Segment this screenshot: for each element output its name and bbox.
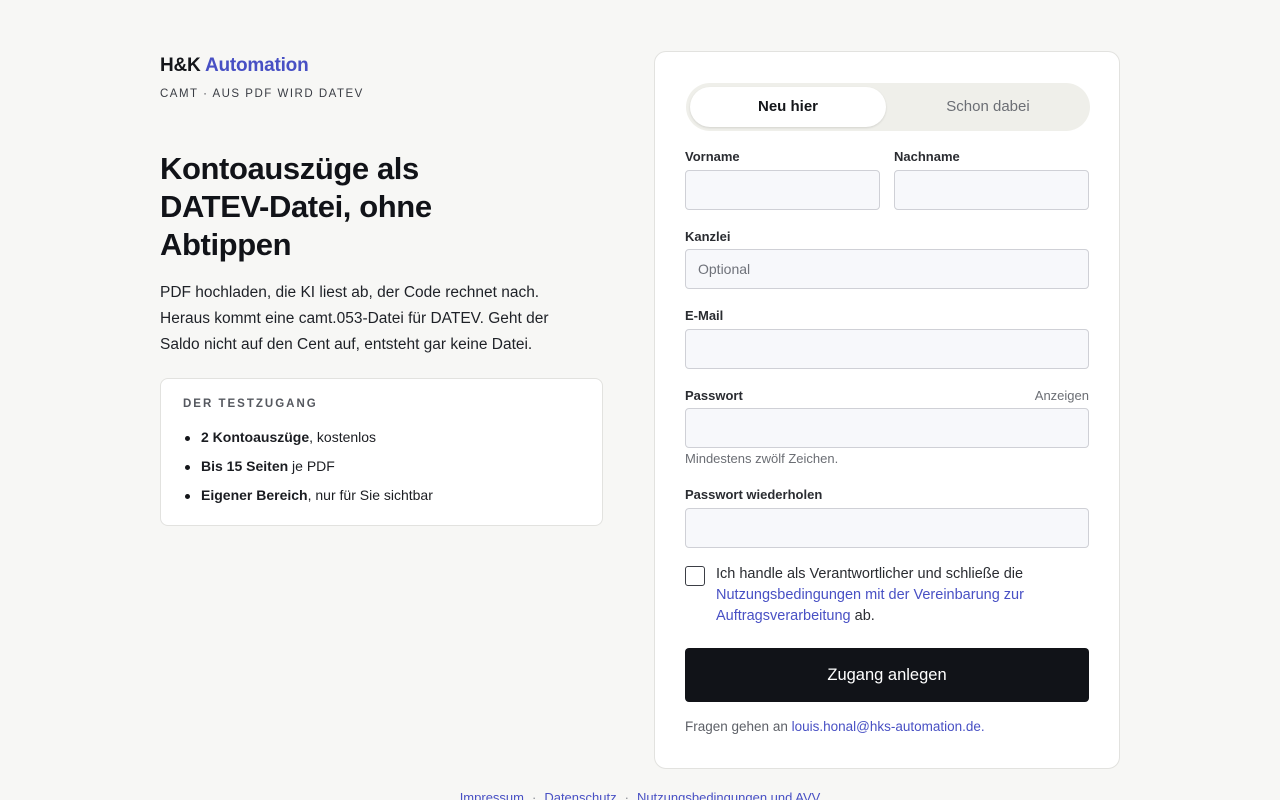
- trial-feature-bold: Eigener Bereich: [201, 487, 308, 503]
- firstname-field[interactable]: [685, 170, 880, 210]
- trial-feature-item: Bis 15 Seiten je PDF: [183, 452, 580, 481]
- password-repeat-field[interactable]: [685, 508, 1089, 548]
- trial-feature-bold: Bis 15 Seiten: [201, 458, 289, 474]
- footer-link-privacy[interactable]: Datenschutz: [544, 790, 616, 800]
- brand-name: H&K: [160, 55, 201, 76]
- auth-tab-switch: Neu hier Schon dabei: [686, 83, 1090, 131]
- create-account-button[interactable]: Zugang anlegen: [685, 648, 1089, 702]
- firstname-label: Vorname: [685, 149, 740, 164]
- trial-feature-bold: 2 Kontoauszüge: [201, 429, 310, 445]
- lastname-label: Nachname: [894, 149, 960, 164]
- contact-email-link[interactable]: louis.honal@hks-automation.de.: [792, 719, 985, 734]
- contact-note: Fragen gehen an louis.honal@hks-automati…: [685, 719, 985, 734]
- password-label: Passwort: [685, 388, 743, 403]
- trial-feature-item: Eigener Bereich, nur für Sie sichtbar: [183, 481, 580, 510]
- firm-field[interactable]: [685, 249, 1089, 289]
- password-hint: Mindestens zwölf Zeichen.: [685, 451, 839, 466]
- trial-feature-text: , kostenlos: [309, 429, 377, 445]
- trial-feature-list: 2 Kontoauszüge, kostenlos Bis 15 Seiten …: [183, 423, 580, 510]
- contact-prefix: Fragen gehen an: [685, 719, 792, 734]
- brand-logo: H&K Automation: [160, 54, 604, 78]
- email-label: E-Mail: [685, 308, 724, 323]
- trial-info-title: DER TESTZUGANG: [183, 398, 318, 410]
- consent-checkbox[interactable]: [685, 566, 705, 586]
- intro-section: H&K Automation CAMT · AUS PDF WIRD DATEV…: [160, 54, 604, 526]
- trial-feature-text: je PDF: [288, 458, 335, 474]
- signup-page: H&K Automation CAMT · AUS PDF WIRD DATEV…: [0, 0, 1280, 800]
- show-password-toggle[interactable]: Anzeigen: [1035, 388, 1089, 403]
- footer-links: Impressum · Datenschutz · Nutzungsbedingunge…: [0, 790, 1280, 800]
- lead-text: PDF hochladen, die KI liest ab, der Code…: [160, 284, 549, 353]
- password-field[interactable]: [685, 408, 1089, 448]
- tab-signup[interactable]: Neu hier: [690, 87, 886, 127]
- trial-info-box: DER TESTZUGANG 2 Kontoauszüge, kostenlos…: [160, 378, 603, 526]
- trial-feature-item: 2 Kontoauszüge, kostenlos: [183, 423, 580, 452]
- tab-login[interactable]: Schon dabei: [890, 87, 1086, 127]
- email-field[interactable]: [685, 329, 1089, 369]
- firm-label: Kanzlei: [685, 229, 731, 244]
- consent-text-after: ab.: [850, 608, 875, 624]
- footer-link-terms[interactable]: Nutzungsbedingungen und AVV: [637, 790, 820, 800]
- password-repeat-label: Passwort wiederholen: [685, 487, 823, 502]
- footer-separator: ·: [624, 790, 629, 800]
- trial-feature-text: , nur für Sie sichtbar: [307, 487, 433, 503]
- consent-text-before: Ich handle als Verantwortlicher und schl…: [716, 566, 1024, 582]
- page-title: Kontoauszüge als DATEV-Datei, ohne Abtip…: [160, 151, 432, 262]
- signup-card: Neu hier Schon dabei Vorname Nachname Ka…: [654, 51, 1120, 769]
- brand-accent: Automation: [204, 55, 309, 76]
- footer-link-imprint[interactable]: Impressum: [460, 790, 524, 800]
- lastname-field[interactable]: [894, 170, 1089, 210]
- tagline: CAMT · AUS PDF WIRD DATEV: [160, 88, 364, 100]
- footer-separator: ·: [531, 790, 537, 800]
- consent-text: Ich handle als Verantwortlicher und schl…: [716, 564, 1066, 627]
